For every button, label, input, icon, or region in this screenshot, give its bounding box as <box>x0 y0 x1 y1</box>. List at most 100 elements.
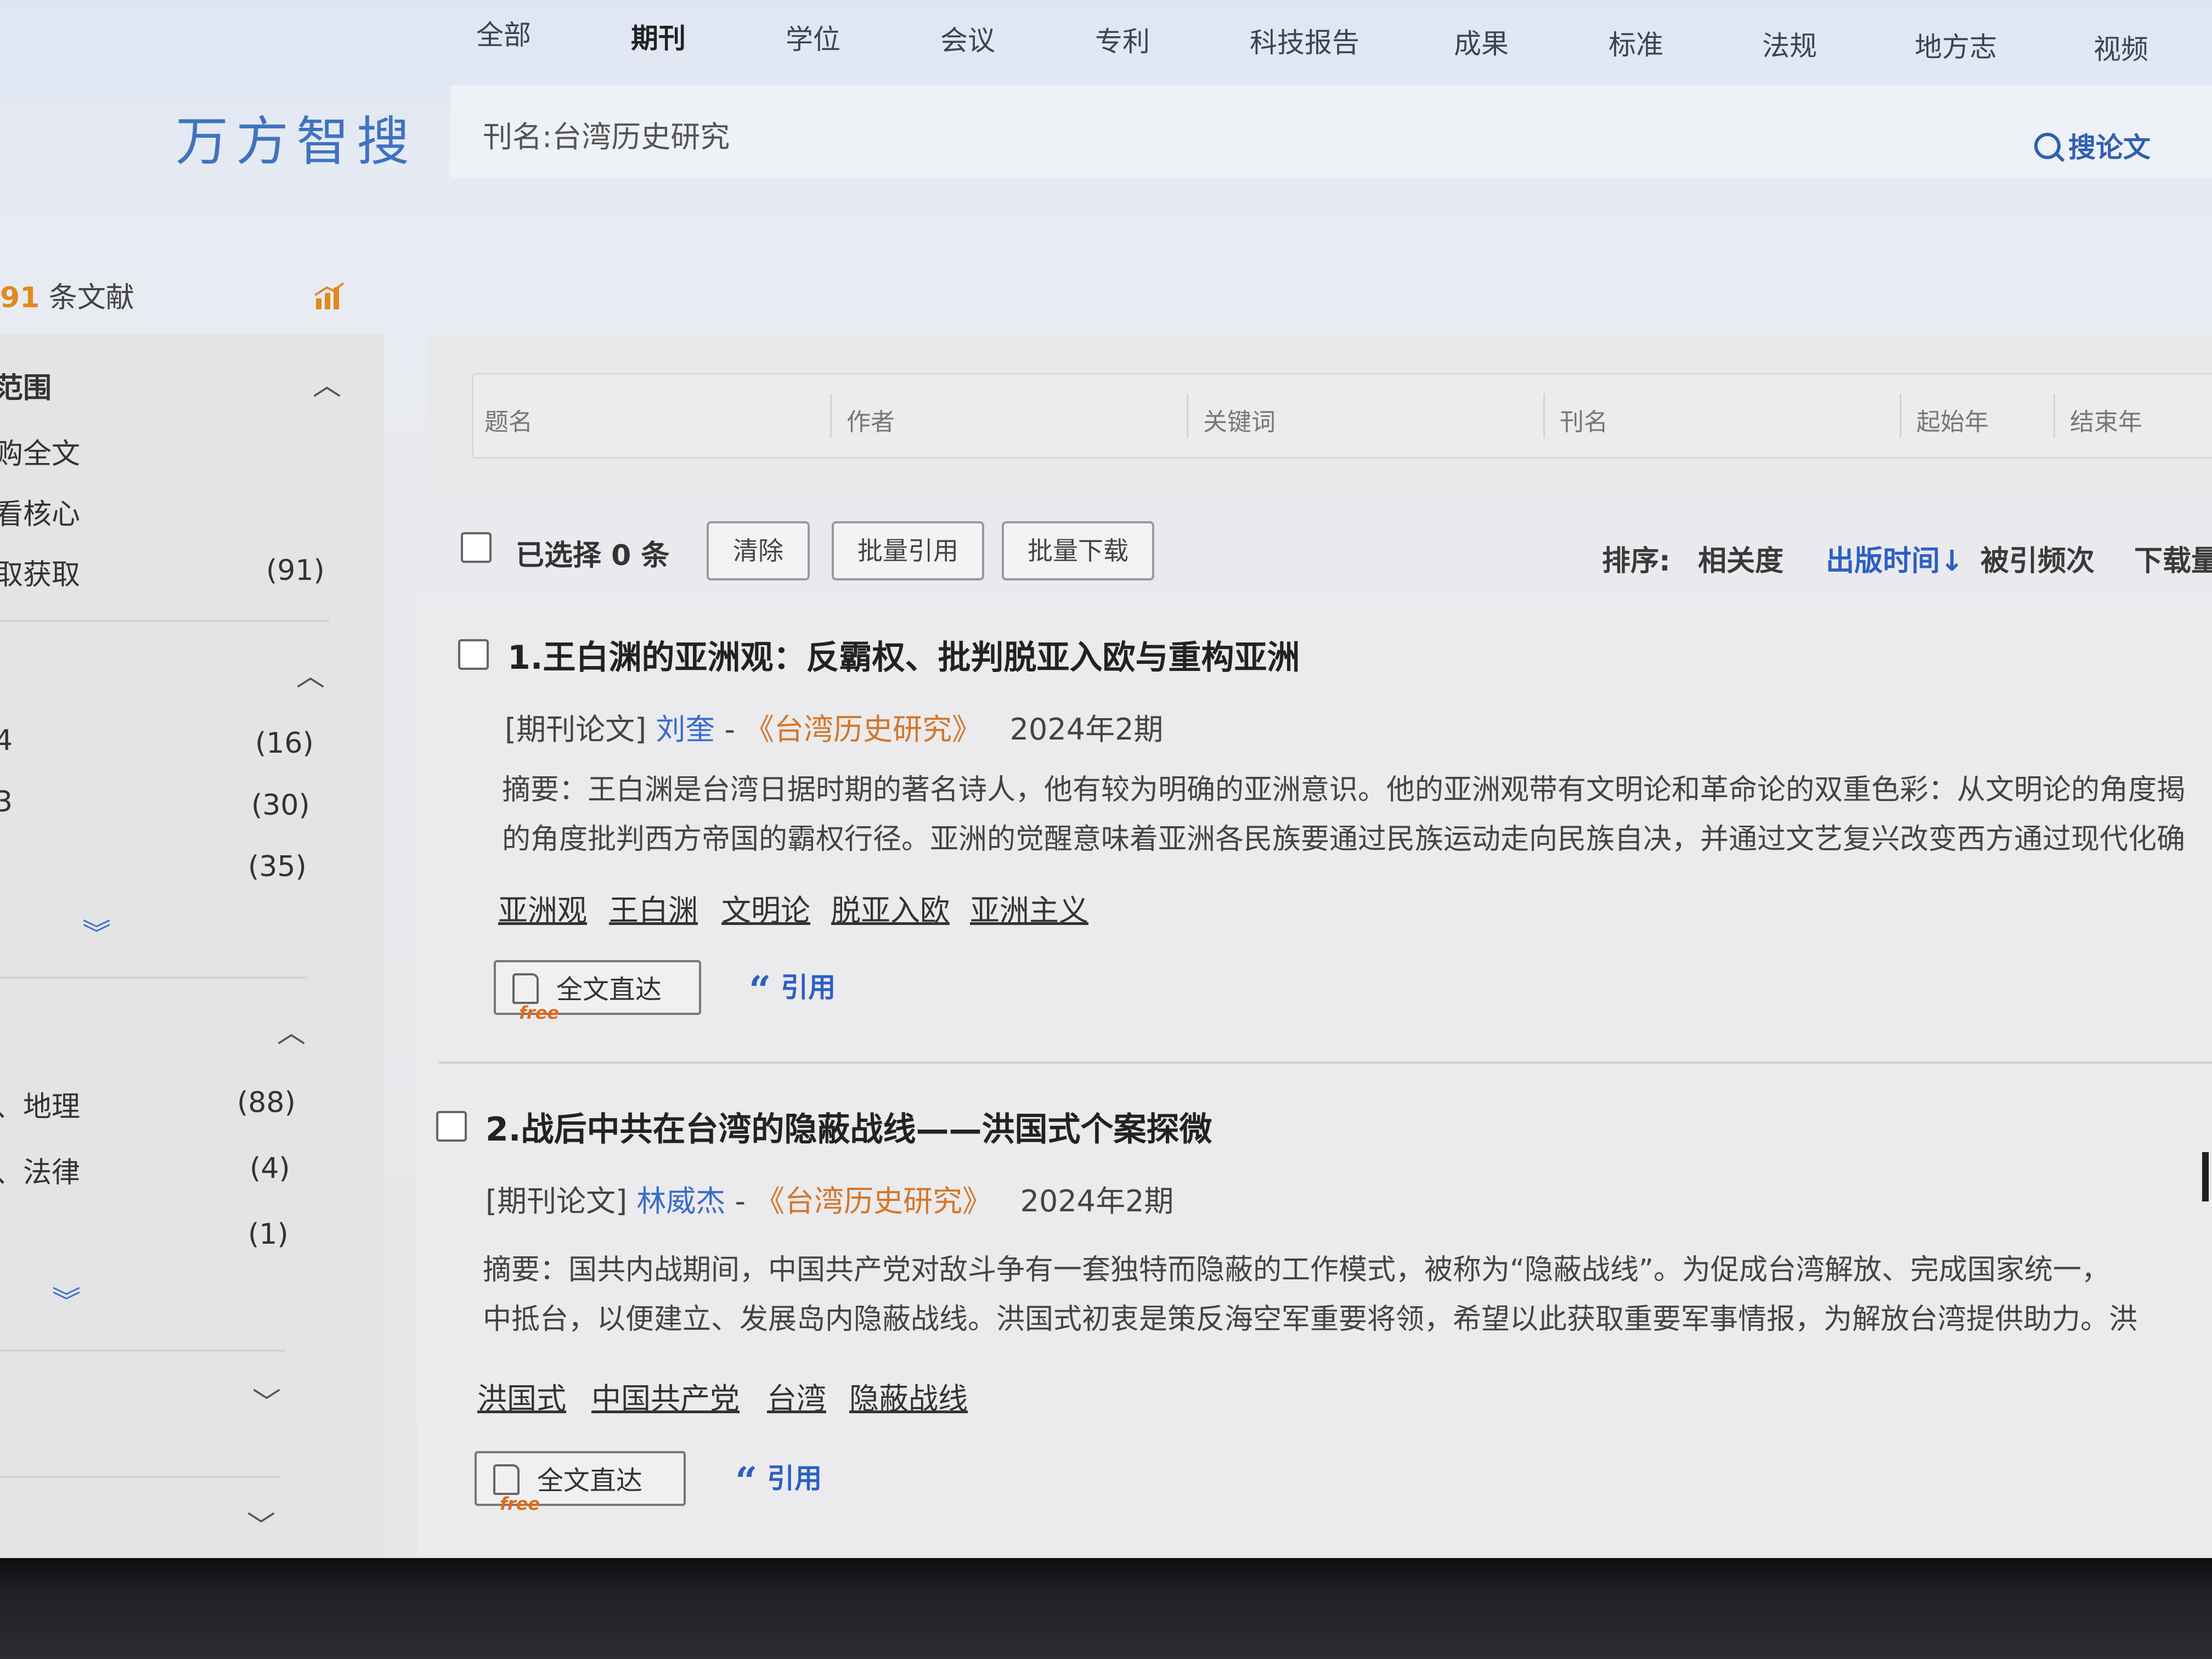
sidebar-year-item[interactable]: 4 <box>0 724 13 757</box>
result-divider <box>439 1062 2212 1064</box>
result-title[interactable]: 2.战后中共在台湾的隐蔽战线——洪国式个案探微 <box>486 1103 1212 1150</box>
filter-keyword-field[interactable]: 关键词 <box>1203 402 1276 437</box>
field-separator <box>1900 394 1901 438</box>
sort-publish-time[interactable]: 出版时间↓ <box>1826 538 1964 579</box>
nav-tab-degree[interactable]: 学位 <box>786 18 840 57</box>
site-logo[interactable]: 万方智搜 <box>176 99 417 175</box>
sidebar-subject-item[interactable]: 、法律 <box>0 1149 80 1190</box>
result-title[interactable]: 1.王白渊的亚洲观：反霸权、批判脱亚入欧与重构亚洲 <box>507 631 1300 679</box>
nav-tab-tech-report[interactable]: 科技报告 <box>1250 21 1359 60</box>
result-checkbox[interactable] <box>458 639 489 670</box>
keyword-link[interactable]: 文明论 <box>721 886 810 929</box>
abstract-line: 中抵台，以便建立、发展岛内隐蔽战线。洪国式初衷是策反海空军重要将领，希望以此获取… <box>483 1303 2138 1336</box>
nav-tab-conference[interactable]: 会议 <box>940 19 995 58</box>
cite-label: 引用 <box>781 972 836 1003</box>
filter-start-year-field[interactable]: 起始年 <box>1916 402 1989 437</box>
result-abstract: 摘要：王白渊是台湾日据时期的著名诗人，他有较为明确的亚洲意识。他的亚洲观带有文明… <box>502 765 2185 864</box>
quote-icon: “ <box>735 1458 758 1504</box>
nav-tab-video[interactable]: 视频 <box>2094 27 2148 67</box>
sidebar-year-count: (16) <box>255 727 314 760</box>
sidebar-item-core[interactable]: 看核心 <box>0 491 80 532</box>
search-icon <box>2034 133 2061 159</box>
filter-title-field[interactable]: 题名 <box>484 402 533 437</box>
fulltext-button[interactable]: free 全文直达 <box>494 960 701 1023</box>
keyword-link[interactable]: 洪国式 <box>477 1374 566 1418</box>
result-count: 91 条文献 <box>0 274 134 315</box>
sidebar-item-access-count: (91) <box>266 554 325 587</box>
nav-tab-regulation[interactable]: 法规 <box>1762 24 1817 64</box>
sidebar-subject-count: (4) <box>250 1152 290 1185</box>
fulltext-button-label: 全文直达 <box>556 974 662 1005</box>
search-button-label: 搜论文 <box>2068 132 2151 163</box>
nav-tab-patent[interactable]: 专利 <box>1095 20 1150 59</box>
keyword-link[interactable]: 亚洲主义 <box>970 886 1088 929</box>
chevron-down-icon[interactable]: ﹀ <box>247 1503 275 1544</box>
chevron-up-icon[interactable]: ︿ <box>313 362 341 403</box>
filter-author-field[interactable]: 作者 <box>847 402 895 437</box>
browser-screen: 全部 期刊 学位 会议 专利 科技报告 成果 标准 法规 地方志 视频 万方智搜… <box>0 0 2212 1558</box>
fulltext-button-label: 全文直达 <box>537 1465 643 1496</box>
result-journal[interactable]: 《台湾历史研究》 <box>755 1184 992 1218</box>
result-author[interactable]: 林威杰 <box>636 1184 725 1218</box>
result-author[interactable]: 刘奎 <box>656 712 715 747</box>
sidebar-item-buy-fulltext[interactable]: 购全文 <box>0 431 80 472</box>
cite-button[interactable]: “ 引用 <box>735 1457 822 1504</box>
keyword-link[interactable]: 台湾 <box>767 1374 826 1418</box>
nav-tab-local-chronicle[interactable]: 地方志 <box>1915 25 1997 65</box>
nav-tab-all[interactable]: 全部 <box>476 13 531 53</box>
nav-tab-standard[interactable]: 标准 <box>1609 23 1663 63</box>
selected-count-label: 已选择 0 条 <box>516 539 670 572</box>
free-badge: free <box>519 1002 560 1023</box>
left-sidebar: 范围 ︿ 购全文 看核心 取获取 (91) ︿ 4 (16) 3 (30) (3… <box>0 335 384 1558</box>
batch-download-button[interactable]: 批量下载 <box>1002 521 1154 580</box>
chevron-up-icon[interactable]: ︿ <box>296 653 325 694</box>
abstract-line: 摘要：王白渊是台湾日据时期的著名诗人，他有较为明确的亚洲意识。他的亚洲观带有文明… <box>502 774 2186 806</box>
chevron-down-icon[interactable]: ﹀ <box>252 1380 281 1421</box>
result-issue[interactable]: 2024年2期 <box>1020 1184 1174 1218</box>
scroll-edge-marker <box>2202 1152 2209 1201</box>
result-checkbox[interactable] <box>436 1111 467 1142</box>
sidebar-subject-item[interactable]: 、地理 <box>0 1084 80 1125</box>
cite-button[interactable]: “ 引用 <box>749 966 836 1013</box>
sidebar-year-item[interactable]: 3 <box>0 786 13 819</box>
cite-label: 引用 <box>767 1463 822 1494</box>
sort-relevance[interactable]: 相关度 <box>1698 538 1784 579</box>
sidebar-subject-count: (1) <box>248 1218 289 1251</box>
batch-cite-button[interactable]: 批量引用 <box>832 521 984 580</box>
field-separator <box>1187 394 1188 438</box>
filter-end-year-field[interactable]: 结束年 <box>2070 402 2142 437</box>
fulltext-button[interactable]: free 全文直达 <box>475 1451 686 1514</box>
result-count-number: 91 <box>0 281 40 314</box>
statistics-chart-icon[interactable] <box>313 280 346 313</box>
result-journal[interactable]: 《台湾历史研究》 <box>744 712 981 747</box>
top-navigation: 全部 期刊 学位 会议 专利 科技报告 成果 标准 法规 地方志 视频 <box>450 11 2205 71</box>
keyword-link[interactable]: 王白渊 <box>609 886 698 929</box>
expand-more-icon[interactable]: ︾ <box>52 1278 81 1319</box>
chevron-up-icon[interactable]: ︿ <box>277 1009 306 1051</box>
sort-downloads[interactable]: 下载量 <box>2134 538 2212 579</box>
search-button[interactable]: 搜论文 <box>2034 126 2151 165</box>
sort-citations[interactable]: 被引频次 <box>1980 538 2095 579</box>
monitor-bezel <box>0 1558 2212 1659</box>
keyword-link[interactable]: 中国共产党 <box>591 1374 740 1418</box>
free-badge: free <box>500 1493 540 1514</box>
result-issue[interactable]: 2024年2期 <box>1010 712 1164 747</box>
abstract-line: 的角度批判西方帝国的霸权行径。亚洲的觉醒意味着亚洲各民族要通过民族运动走向民族自… <box>502 823 2186 856</box>
meta-separator: - <box>715 712 745 747</box>
filter-journal-field[interactable]: 刊名 <box>1560 402 1608 437</box>
search-input[interactable]: 刊名:台湾历史研究 <box>483 112 730 156</box>
keyword-link[interactable]: 脱亚入欧 <box>831 886 950 929</box>
nav-tab-journal[interactable]: 期刊 <box>631 16 686 56</box>
keyword-link[interactable]: 亚洲观 <box>498 886 587 929</box>
search-bar[interactable]: 刊名:台湾历史研究 搜论文 <box>450 85 2212 178</box>
sidebar-subject-count: (88) <box>237 1086 296 1119</box>
nav-tab-achievement[interactable]: 成果 <box>1454 22 1509 61</box>
keyword-link[interactable]: 隐蔽战线 <box>849 1374 968 1418</box>
result-abstract: 摘要：国共内战期间，中国共产党对敌斗争有一套独特而隐蔽的工作模式，被称为“隐蔽战… <box>483 1245 2137 1344</box>
sidebar-item-access[interactable]: 取获取 <box>0 551 80 592</box>
result-meta: [期刊论文] 林威杰 - 《台湾历史研究》 2024年2期 <box>486 1177 1173 1220</box>
expand-more-icon[interactable]: ︾ <box>82 911 111 952</box>
result-type: [期刊论文] <box>486 1184 628 1218</box>
clear-button[interactable]: 清除 <box>707 521 810 580</box>
select-all-checkbox[interactable] <box>461 532 492 563</box>
